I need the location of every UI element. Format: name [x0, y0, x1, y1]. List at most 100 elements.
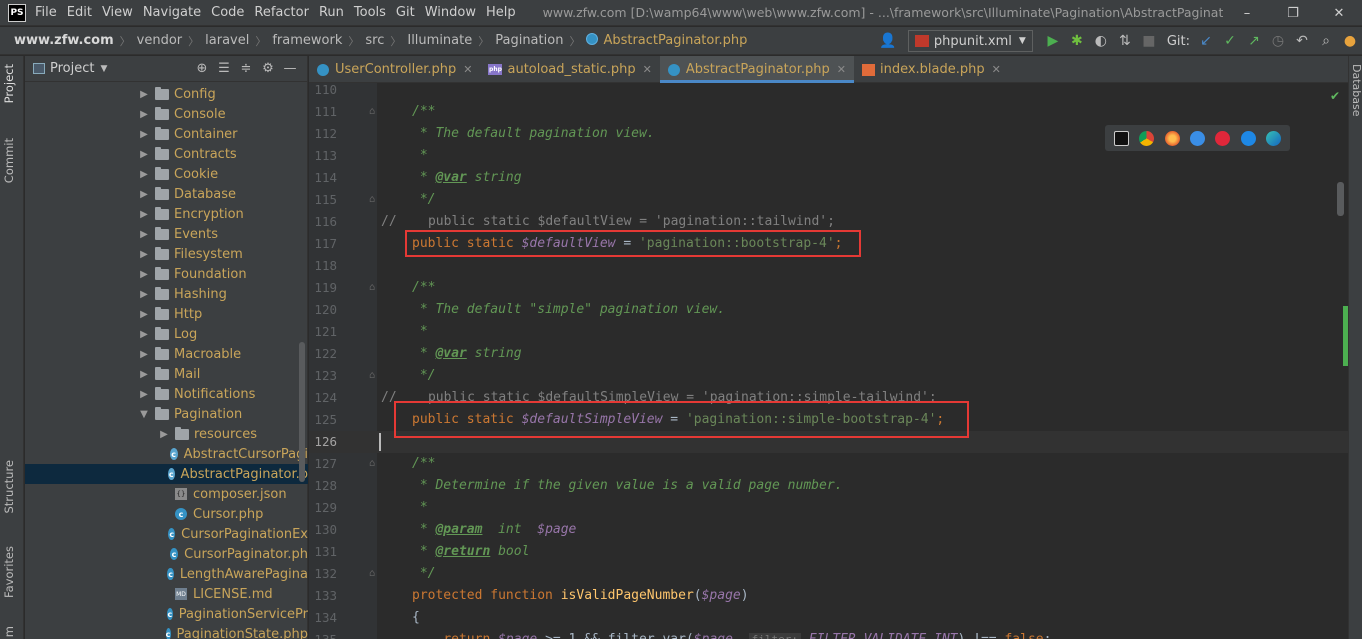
menu-item-edit[interactable]: Edit [62, 0, 97, 26]
chevron-right-icon[interactable]: ▶ [139, 249, 149, 260]
breadcrumb-item[interactable]: vendor [137, 33, 182, 48]
minimize-button[interactable]: – [1224, 0, 1270, 26]
close-button[interactable]: ✕ [1316, 0, 1362, 26]
search-icon[interactable]: ⌕ [1315, 30, 1337, 52]
chevron-right-icon[interactable]: ▶ [139, 229, 149, 240]
git-commit-icon[interactable]: ✓ [1219, 30, 1241, 52]
close-tab-icon[interactable]: ✕ [643, 63, 652, 76]
chevron-right-icon[interactable]: ▶ [139, 169, 149, 180]
fold-icon[interactable]: ⌂ [369, 101, 375, 123]
tab-bottom-tool[interactable]: m [2, 626, 16, 637]
tree-item[interactable]: {} composer.json [25, 484, 308, 504]
expand-all-icon[interactable]: ☰ [213, 61, 235, 76]
chevron-right-icon[interactable]: ▶ [139, 269, 149, 280]
tree-item[interactable]: ▶ Notifications [25, 384, 308, 404]
chevron-right-icon[interactable]: ▶ [139, 389, 149, 400]
menu-item-code[interactable]: Code [206, 0, 249, 26]
menu-item-window[interactable]: Window [420, 0, 481, 26]
chevron-right-icon[interactable]: ▶ [139, 129, 149, 140]
fold-icon[interactable]: ⌂ [369, 189, 375, 211]
tree-scrollbar[interactable] [299, 342, 305, 482]
phpstorm-browser-icon[interactable] [1114, 130, 1130, 146]
tree-item[interactable]: ▶ Hashing [25, 284, 308, 304]
tree-item[interactable]: c CursorPaginationEx [25, 524, 308, 544]
tree-item[interactable]: ▶ Container [25, 124, 308, 144]
fold-icon[interactable]: ⌂ [369, 277, 375, 299]
menu-item-navigate[interactable]: Navigate [138, 0, 206, 26]
editor-scrollbar[interactable] [1337, 182, 1344, 216]
tab-favorites-tool[interactable]: Favorites [2, 546, 16, 598]
menu-item-run[interactable]: Run [314, 0, 349, 26]
rollback-icon[interactable]: ↶ [1291, 30, 1313, 52]
chevron-right-icon[interactable]: ▶ [139, 369, 149, 380]
debug-icon[interactable]: ✱ [1066, 30, 1088, 52]
tree-item[interactable]: ▶ Contracts [25, 144, 308, 164]
tree-item[interactable]: c PaginationServicePr [25, 604, 308, 624]
tree-item[interactable]: ▶ Http [25, 304, 308, 324]
tree-item[interactable]: ▶ Database [25, 184, 308, 204]
close-tab-icon[interactable]: ✕ [992, 63, 1001, 76]
chevron-right-icon[interactable]: ▶ [139, 89, 149, 100]
tree-item[interactable]: ▶ Encryption [25, 204, 308, 224]
edge-icon[interactable] [1265, 130, 1281, 146]
close-tab-icon[interactable]: ✕ [463, 63, 472, 76]
gear-icon[interactable]: ⚙ [257, 61, 279, 76]
git-push-icon[interactable]: ↗ [1243, 30, 1265, 52]
breadcrumb-item[interactable]: framework [272, 33, 342, 48]
tree-item[interactable]: c LengthAwarePagina [25, 564, 308, 584]
chevron-right-icon[interactable]: ▶ [139, 109, 149, 120]
tree-item[interactable]: ▶ Config [25, 84, 308, 104]
firefox-icon[interactable] [1164, 130, 1180, 146]
tree-item[interactable]: ▶ Foundation [25, 264, 308, 284]
tree-item[interactable]: ▼ Pagination [25, 404, 308, 424]
stop-icon[interactable]: ■ [1138, 30, 1160, 52]
fold-icon[interactable]: ⌂ [369, 563, 375, 585]
tree-item[interactable]: c PaginationState.php [25, 624, 308, 639]
tab-database-tool[interactable]: Database [1350, 64, 1362, 117]
collapse-all-icon[interactable]: ≑ [235, 61, 257, 76]
tab-structure-tool[interactable]: Structure [2, 460, 16, 514]
restore-button[interactable]: ❐ [1270, 0, 1316, 26]
menu-item-file[interactable]: File [30, 0, 62, 26]
tree-item[interactable]: ▶ Events [25, 224, 308, 244]
run-icon[interactable]: ▶ [1042, 30, 1064, 52]
breadcrumb-item[interactable]: Illuminate [407, 33, 472, 48]
code-view[interactable]: 110 111 /** ⌂ 112 * The default pagination v… [309, 82, 1348, 639]
fold-icon[interactable]: ⌂ [369, 365, 375, 387]
menu-item-view[interactable]: View [97, 0, 138, 26]
coverage-icon[interactable]: ◐ [1090, 30, 1112, 52]
tree-item[interactable]: c CursorPaginator.ph [25, 544, 308, 564]
update-icon[interactable]: ● [1339, 30, 1361, 52]
chevron-down-icon[interactable]: ▼ [139, 409, 149, 420]
menu-item-git[interactable]: Git [391, 0, 420, 26]
tree-item[interactable]: ▶ Filesystem [25, 244, 308, 264]
safari-icon[interactable] [1189, 130, 1205, 146]
git-update-icon[interactable]: ↙ [1195, 30, 1217, 52]
tree-item[interactable]: c Cursor.php [25, 504, 308, 524]
tree-item[interactable]: ▶ Console [25, 104, 308, 124]
chevron-right-icon[interactable]: ▶ [139, 349, 149, 360]
chevron-right-icon[interactable]: ▶ [139, 329, 149, 340]
breadcrumb-item[interactable]: www.zfw.com [14, 33, 114, 48]
close-tab-icon[interactable]: ✕ [837, 63, 846, 76]
breadcrumb-item[interactable]: Pagination [495, 33, 563, 48]
chevron-right-icon[interactable]: ▶ [159, 429, 169, 440]
chevron-right-icon[interactable]: ▶ [139, 209, 149, 220]
history-icon[interactable]: ◷ [1267, 30, 1289, 52]
profile-icon[interactable]: ⇅ [1114, 30, 1136, 52]
inspection-ok-icon[interactable]: ✔ [1330, 89, 1340, 103]
menu-item-refactor[interactable]: Refactor [249, 0, 314, 26]
user-icon[interactable]: 👤 [877, 30, 899, 52]
breadcrumb-item[interactable]: src [365, 33, 384, 48]
chevron-right-icon[interactable]: ▶ [139, 289, 149, 300]
tree-item[interactable]: ▶ Mail [25, 364, 308, 384]
breadcrumb-item[interactable]: laravel [205, 33, 249, 48]
locate-icon[interactable]: ⊕ [191, 61, 213, 76]
chevron-right-icon[interactable]: ▶ [139, 149, 149, 160]
opera-icon[interactable] [1215, 130, 1231, 146]
menu-item-tools[interactable]: Tools [349, 0, 391, 26]
menu-item-help[interactable]: Help [481, 0, 521, 26]
tree-item[interactable]: ▶ Log [25, 324, 308, 344]
fold-icon[interactable]: ⌂ [369, 453, 375, 475]
tree-item[interactable]: c AbstractCursorPagi [25, 444, 308, 464]
